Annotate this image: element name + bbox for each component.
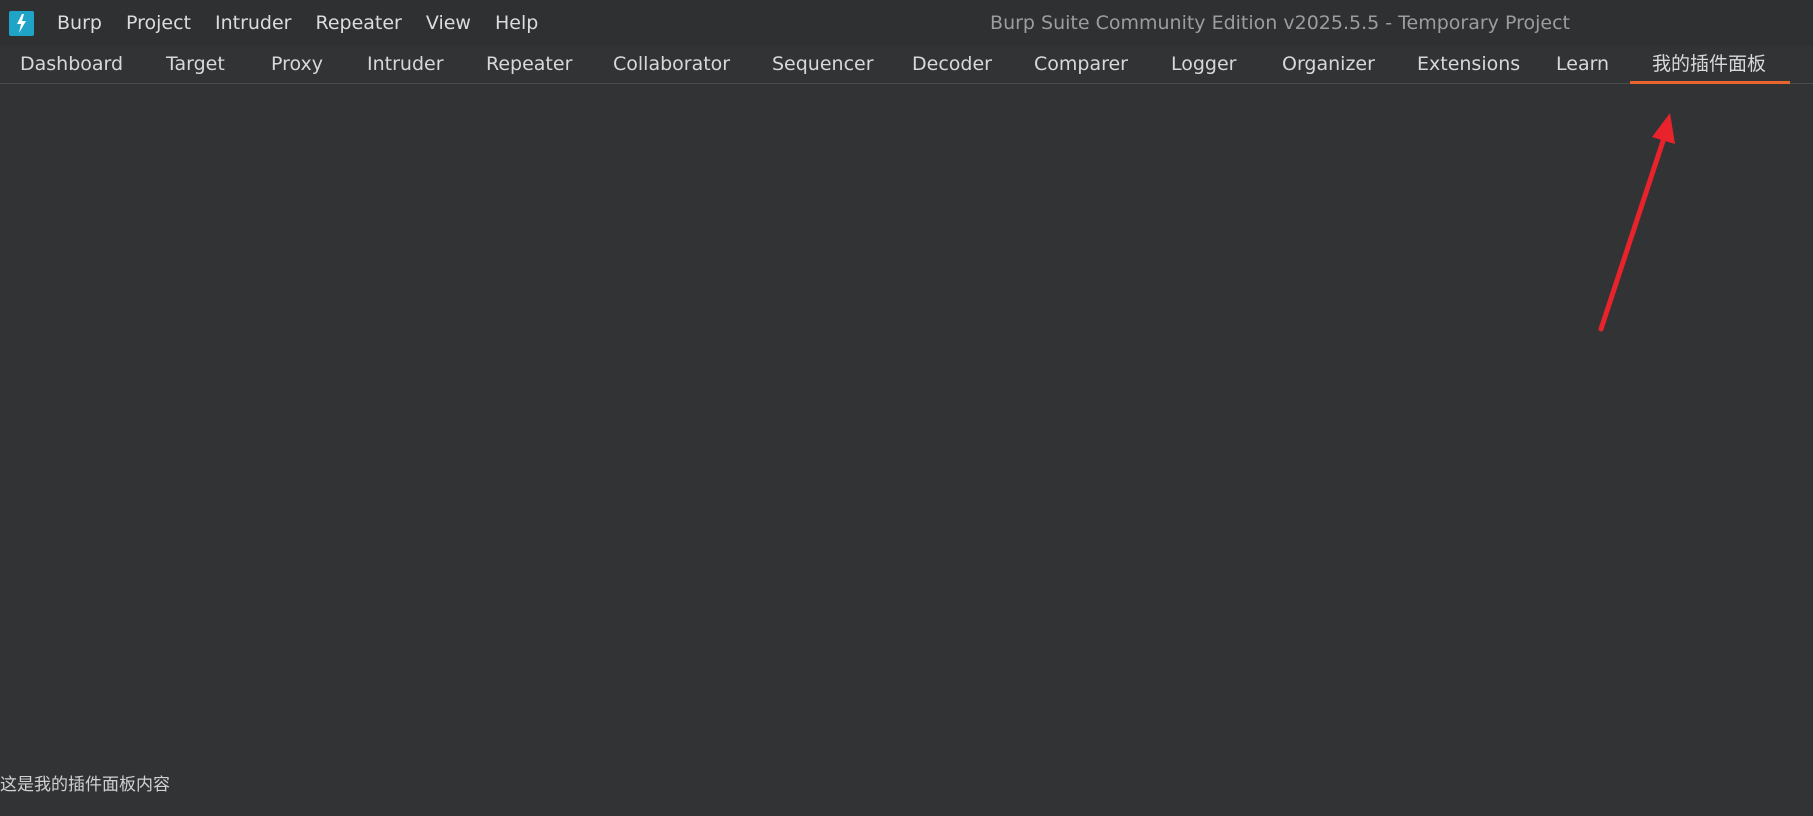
tab-learn[interactable]: Learn	[1556, 46, 1609, 83]
window-title: Burp Suite Community Edition v2025.5.5 -…	[990, 12, 1570, 34]
title-bar: Burp Project Intruder Repeater View Help…	[0, 0, 1813, 46]
tab-comparer[interactable]: Comparer	[1034, 46, 1128, 83]
menu-help[interactable]: Help	[483, 0, 550, 46]
main-tab-bar: Dashboard Target Proxy Intruder Repeater…	[0, 46, 1813, 84]
menu-repeater[interactable]: Repeater	[303, 0, 413, 46]
tab-proxy[interactable]: Proxy	[271, 46, 323, 83]
plugin-panel-content: 这是我的插件面板内容	[0, 84, 1813, 816]
burp-window: Burp Project Intruder Repeater View Help…	[0, 0, 1813, 816]
tab-collaborator[interactable]: Collaborator	[613, 46, 730, 83]
tab-logger[interactable]: Logger	[1171, 46, 1237, 83]
tab-target[interactable]: Target	[166, 46, 225, 83]
menu-bar: Burp Project Intruder Repeater View Help	[45, 0, 550, 46]
tab-decoder[interactable]: Decoder	[912, 46, 992, 83]
plugin-panel-text: 这是我的插件面板内容	[0, 775, 170, 795]
tab-intruder[interactable]: Intruder	[367, 46, 444, 83]
tab-dashboard[interactable]: Dashboard	[20, 46, 123, 83]
tab-repeater[interactable]: Repeater	[486, 46, 572, 83]
menu-burp[interactable]: Burp	[45, 0, 114, 46]
menu-view[interactable]: View	[414, 0, 483, 46]
burp-lightning-icon	[9, 11, 34, 36]
tab-sequencer[interactable]: Sequencer	[772, 46, 874, 83]
menu-project[interactable]: Project	[114, 0, 203, 46]
menu-intruder[interactable]: Intruder	[203, 0, 304, 46]
tab-my-plugin-panel[interactable]: 我的插件面板	[1629, 46, 1791, 84]
tab-organizer[interactable]: Organizer	[1282, 46, 1375, 83]
tab-extensions[interactable]: Extensions	[1417, 46, 1520, 83]
